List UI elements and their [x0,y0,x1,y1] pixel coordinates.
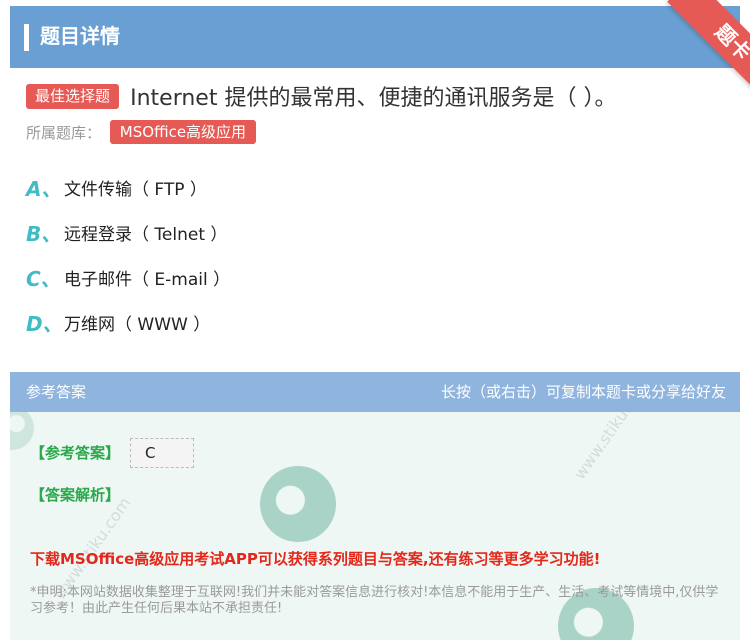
question-text: Internet 提供的最常用、便捷的通讯服务是（ ）。 [130,86,617,111]
option-text: 万维网（ WWW ） [64,314,211,335]
option-letter: C、 [26,266,61,291]
question-bank-row: 所属题库： MSOffice高级应用 [26,120,257,144]
option-a[interactable]: A、 文件传输（ FTP ） [26,172,207,202]
question-bank-label: 所属题库： [26,123,102,142]
page-title: 题目详情 [40,24,120,48]
option-letter: B、 [26,221,62,246]
answer-panel: www.stiku.com www.stiku.com 【参考答案】 C 【答案… [10,412,740,640]
answer-analysis-label: 【答案解析】 [30,486,121,504]
question-row: 最佳选择题 Internet 提供的最常用、便捷的通讯服务是（ ）。 [26,80,736,112]
header-accent-bar [24,24,29,51]
header-bar: 题目详情 [10,6,740,68]
option-text: 文件传输（ FTP ） [64,179,207,200]
answer-header: 参考答案 长按（或右击）可复制本题卡或分享给好友 [10,372,740,412]
disclaimer-text: *申明:本网站数据收集整理于互联网!我们并未能对答案信息进行核对!本信息不能用于… [30,585,719,616]
reference-answer-label: 【参考答案】 [30,444,121,462]
share-hint: 长按（或右击）可复制本题卡或分享给好友 [440,383,726,401]
option-b[interactable]: B、 远程登录（ Telnet ） [26,217,227,247]
option-letter: A、 [26,176,62,201]
option-d[interactable]: D、 万维网（ WWW ） [26,307,210,337]
option-text: 电子邮件（ E-mail ） [64,269,231,290]
reference-answer-value: C [130,438,194,468]
answer-header-title: 参考答案 [26,383,87,401]
option-c[interactable]: C、 电子邮件（ E-mail ） [26,262,230,292]
question-bank-tag[interactable]: MSOffice高级应用 [109,120,257,144]
watermark-text: www.stiku.com [570,412,655,483]
question-type-badge: 最佳选择题 [26,83,120,109]
option-letter: D、 [26,311,63,336]
watermark-logo-icon [260,466,336,542]
option-text: 远程登录（ Telnet ） [64,224,228,245]
app-download-promo[interactable]: 下载MSOffice高级应用考试APP可以获得系列题目与答案,还有练习等更多学习… [30,548,600,569]
